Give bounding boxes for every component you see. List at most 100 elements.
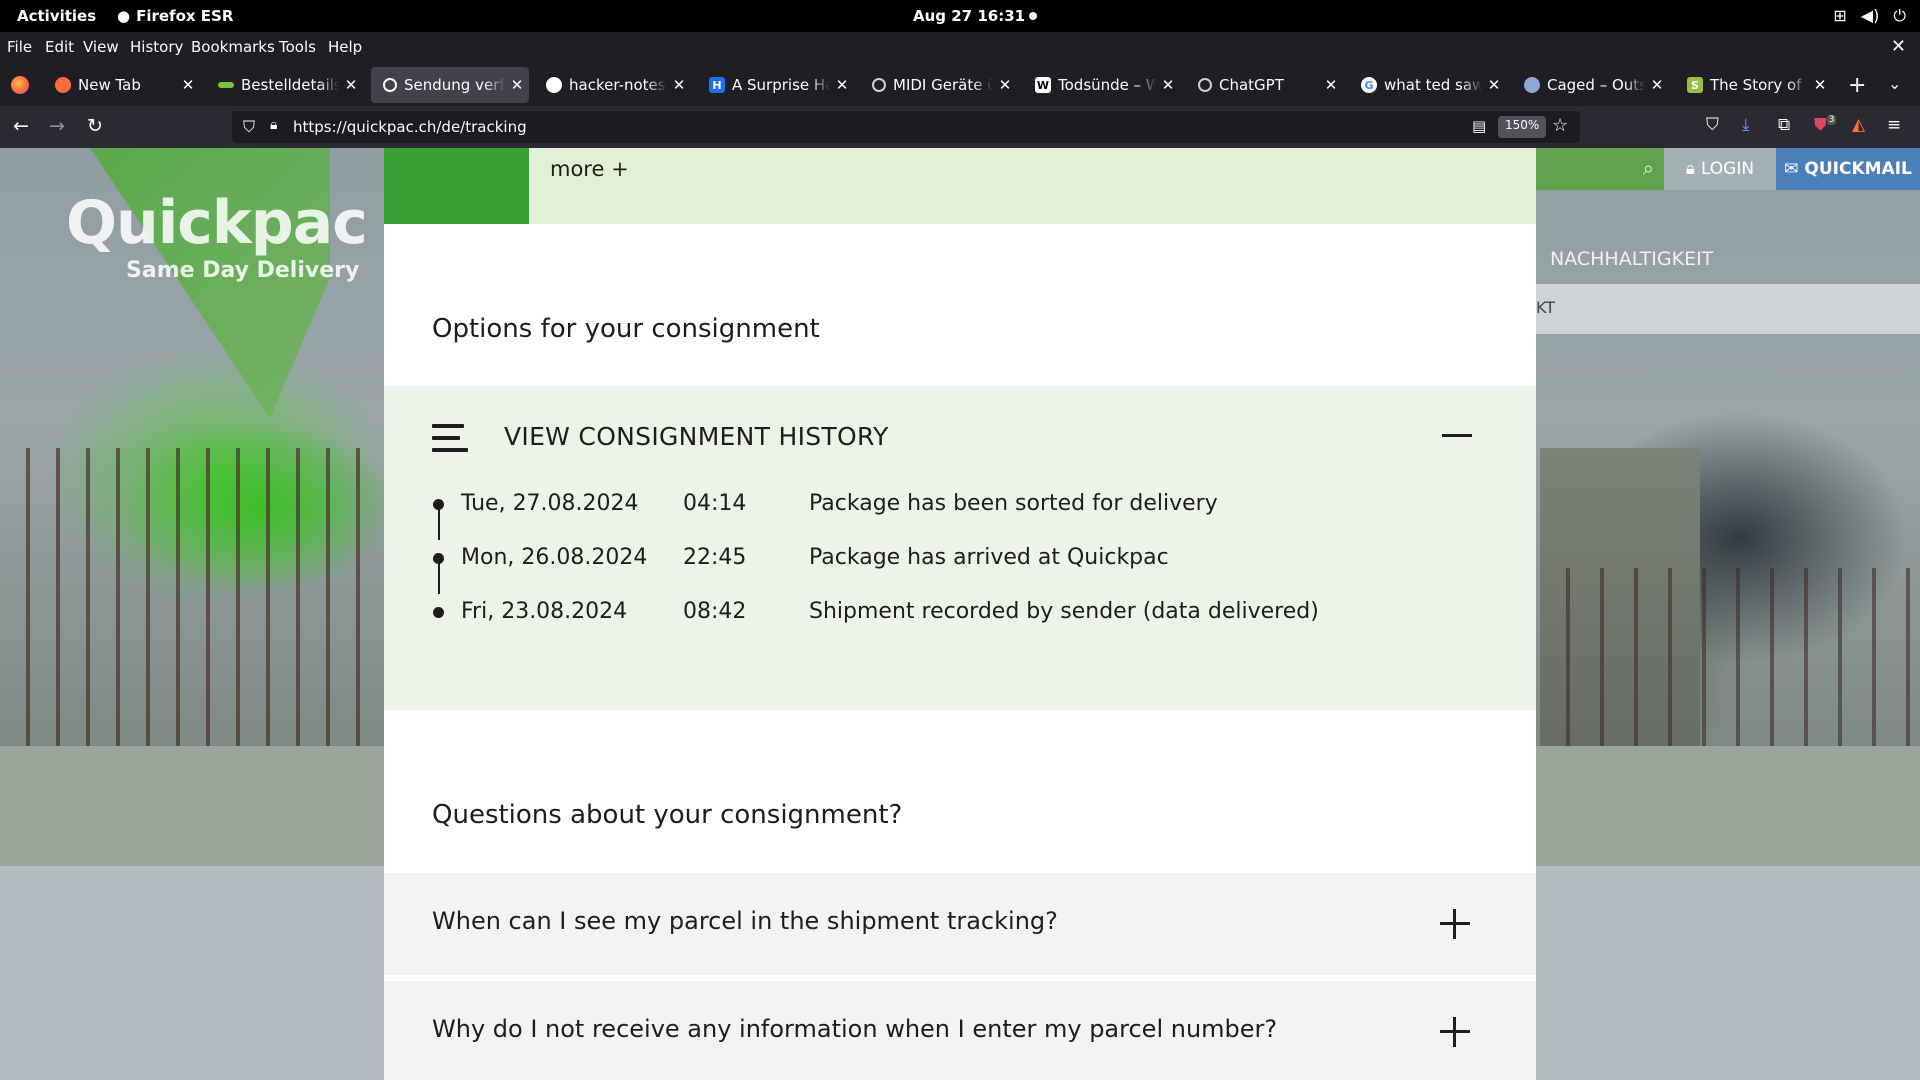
volume-icon[interactable]: ◀): [1861, 6, 1880, 26]
quickmail-label: QUICKMAIL: [1804, 159, 1912, 179]
reload-icon[interactable]: ↻: [87, 115, 103, 137]
site-search-field[interactable]: ⌕: [1536, 148, 1664, 190]
search-icon[interactable]: ⌕: [1643, 156, 1654, 180]
google-favicon-icon: G: [1361, 77, 1377, 93]
lock-icon[interactable]: 🔒︎: [270, 117, 277, 133]
reader-view-icon[interactable]: ▤: [1472, 117, 1486, 135]
quickmail-button[interactable]: ✉ QUICKMAIL: [1776, 148, 1920, 190]
more-toggle[interactable]: more +: [550, 157, 629, 181]
tracking-content-panel: more + Options for your consignment VIEW…: [384, 148, 1536, 1080]
chatgpt-favicon-icon: [872, 78, 886, 92]
tab-title: Sendung verfolg: [404, 76, 505, 94]
tab-close-icon[interactable]: ✕: [830, 76, 854, 94]
forward-arrow-icon[interactable]: →: [49, 115, 65, 137]
tab-hacker-notes[interactable]: hacker-notes-s2 ✕: [534, 67, 691, 103]
firefox-icon: ●: [117, 7, 131, 25]
zoom-level-button[interactable]: 150%: [1498, 116, 1547, 138]
event-description: Package has arrived at Quickpac: [809, 545, 1169, 570]
page-viewport: Quickpac Same Day Delivery ⌕ 🔒︎ LOGIN ✉ …: [0, 148, 1920, 1080]
more-label: more: [550, 157, 605, 181]
app-name: Firefox ESR: [136, 7, 234, 25]
envelope-icon: ✉: [1784, 159, 1799, 179]
tab-strip: New Tab ✕ Bestelldetails | E ✕ Sendung v…: [0, 62, 1920, 106]
wikipedia-favicon-icon: W: [1035, 77, 1051, 93]
firefox-view-icon[interactable]: [11, 76, 29, 94]
bookmark-star-icon[interactable]: ☆: [1552, 115, 1568, 136]
menu-bookmarks[interactable]: Bookmarks: [191, 38, 275, 56]
tab-chatgpt[interactable]: ChatGPT ✕: [1186, 67, 1343, 103]
tab-close-icon[interactable]: ✕: [1482, 76, 1506, 94]
menu-file[interactable]: File: [7, 38, 32, 56]
tab-bestelldetails[interactable]: Bestelldetails | E ✕: [206, 67, 363, 103]
expand-plus-icon[interactable]: [1440, 909, 1470, 939]
tab-google-search[interactable]: G what ted saw ar ✕: [1349, 67, 1506, 103]
tab-close-icon[interactable]: ✕: [339, 76, 363, 94]
ublock-shield-icon[interactable]: ⛊ 3: [1814, 115, 1837, 135]
menu-help[interactable]: Help: [328, 38, 362, 56]
new-tab-plus-icon[interactable]: +: [1848, 73, 1866, 98]
faq-question[interactable]: When can I see my parcel in the shipment…: [432, 907, 1058, 935]
menu-tools[interactable]: Tools: [279, 38, 316, 56]
tab-close-icon[interactable]: ✕: [1645, 76, 1669, 94]
system-top-bar: Activities ● Firefox ESR Aug 27 16:31 ⊞ …: [0, 0, 1920, 32]
plus-icon: +: [611, 157, 629, 181]
tab-midi-geraete[interactable]: MIDI Geräte übe ✕: [860, 67, 1017, 103]
app-menu[interactable]: ● Firefox ESR: [117, 7, 233, 25]
faq-item[interactable]: Why do I not receive any information whe…: [384, 981, 1536, 1080]
login-button[interactable]: 🔒︎ LOGIN: [1664, 148, 1776, 190]
tab-new-tab[interactable]: New Tab ✕: [43, 67, 200, 103]
clock[interactable]: Aug 27 16:31: [913, 7, 1025, 25]
history-toggle-title[interactable]: VIEW CONSIGNMENT HISTORY: [504, 422, 889, 451]
tab-caged-outside[interactable]: Caged – Outside ✕: [1512, 67, 1669, 103]
tab-title: The Story of Kin: [1710, 76, 1808, 94]
tab-close-icon[interactable]: ✕: [667, 76, 691, 94]
downloads-arrow-icon[interactable]: ⤓: [1742, 115, 1750, 135]
menu-view[interactable]: View: [83, 38, 119, 56]
hero-fence-right: [1536, 568, 1920, 746]
tab-close-icon[interactable]: ✕: [176, 76, 200, 94]
tab-surprise-hard[interactable]: H A Surprise Hard ✕: [697, 67, 854, 103]
tab-todsuende-wiki[interactable]: W Todsünde – Wik ✕: [1023, 67, 1180, 103]
tab-title: New Tab: [78, 76, 141, 94]
github-favicon-icon: [546, 77, 562, 93]
pocket-icon[interactable]: ⛉: [1706, 115, 1719, 135]
subnav-item-fragment[interactable]: KT: [1536, 298, 1555, 317]
window-close-icon[interactable]: ✕: [1891, 36, 1906, 57]
logo-wordmark: Quickpac: [66, 188, 368, 258]
extension-icon[interactable]: ◭: [1852, 115, 1865, 135]
event-time: 22:45: [683, 545, 747, 570]
list-all-tabs-chevron-icon[interactable]: ⌄: [1888, 74, 1901, 93]
tab-title: what ted saw ar: [1384, 76, 1482, 94]
event-date: Fri, 23.08.2024: [461, 599, 628, 624]
timeline-bullet-icon: [433, 499, 444, 510]
tab-close-icon[interactable]: ✕: [1319, 76, 1343, 94]
menu-edit[interactable]: Edit: [45, 38, 74, 56]
app-menu-hamburger-icon[interactable]: ≡: [1887, 115, 1901, 135]
tab-sendung-verfolgen[interactable]: Sendung verfolg ✕: [371, 67, 529, 103]
tab-story-of-kin[interactable]: S The Story of Kin ✕: [1675, 67, 1832, 103]
extensions-puzzle-icon[interactable]: ⧉: [1778, 115, 1790, 135]
network-icon[interactable]: ⊞: [1833, 6, 1846, 26]
tab-close-icon[interactable]: ✕: [993, 76, 1017, 94]
tab-close-icon[interactable]: ✕: [505, 76, 529, 94]
url-text[interactable]: https://quickpac.ch/de/tracking: [293, 118, 527, 136]
quickpac-logo[interactable]: Quickpac Same Day Delivery: [66, 188, 368, 283]
logo-tagline: Same Day Delivery: [126, 258, 360, 283]
system-tray[interactable]: ⊞ ◀) ⏻: [1833, 6, 1906, 26]
url-bar[interactable]: ⛉ 🔒︎ https://quickpac.ch/de/tracking ▤ 1…: [232, 111, 1580, 143]
nav-item-nachhaltigkeit[interactable]: NACHHALTIGKEIT: [1550, 248, 1713, 270]
tab-title: ChatGPT: [1219, 76, 1284, 94]
expand-plus-icon[interactable]: [1440, 1017, 1470, 1047]
faq-item[interactable]: When can I see my parcel in the shipment…: [384, 873, 1536, 975]
faq-question[interactable]: Why do I not receive any information whe…: [432, 1015, 1277, 1043]
power-icon[interactable]: ⏻: [1893, 6, 1906, 26]
list-menu-icon: [432, 424, 468, 452]
tab-close-icon[interactable]: ✕: [1156, 76, 1180, 94]
activities-button[interactable]: Activities: [17, 7, 96, 25]
menu-history[interactable]: History: [130, 38, 183, 56]
event-time: 08:42: [683, 599, 747, 624]
tab-close-icon[interactable]: ✕: [1808, 76, 1832, 94]
tracking-protection-shield-icon[interactable]: ⛉: [243, 117, 255, 137]
back-arrow-icon[interactable]: ←: [13, 115, 29, 137]
collapse-minus-icon[interactable]: [1442, 434, 1472, 437]
